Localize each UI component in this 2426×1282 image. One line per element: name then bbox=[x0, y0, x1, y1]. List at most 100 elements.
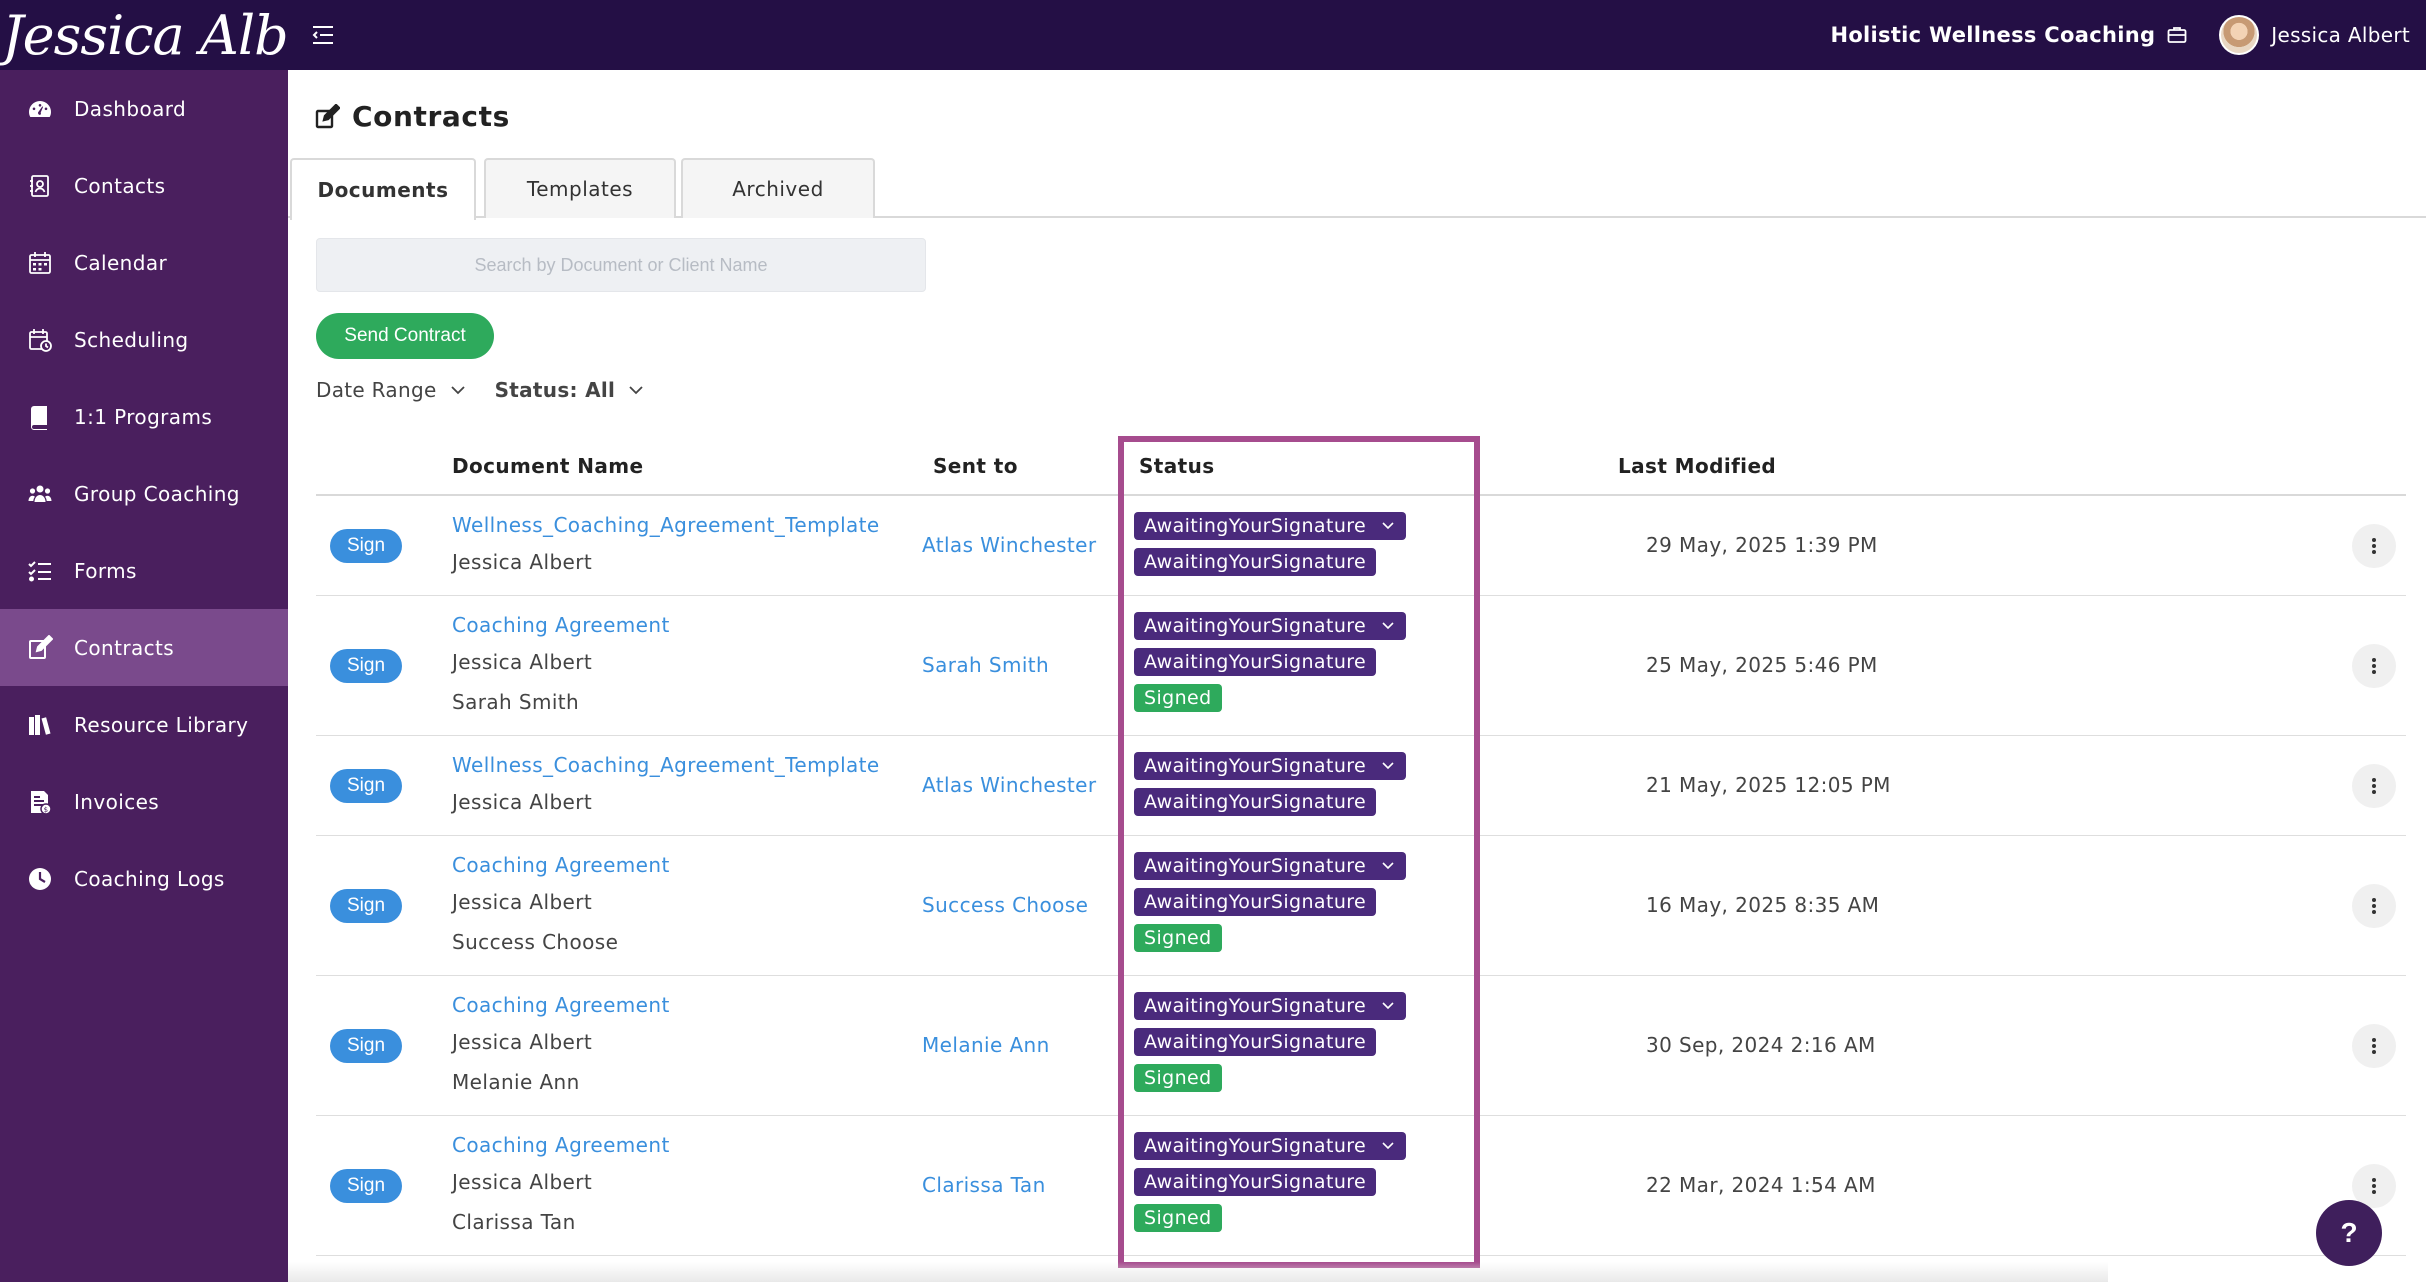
status-dropdown[interactable]: AwaitingYourSignature bbox=[1134, 1132, 1407, 1160]
table-row: Sign Wellness_Coaching_Agreement_Template… bbox=[316, 736, 2406, 836]
status-dropdown[interactable]: AwaitingYourSignature bbox=[1134, 512, 1407, 540]
status-text: AwaitingYourSignature bbox=[1144, 855, 1367, 877]
last-modified: 29 May, 2025 1:39 PM bbox=[1646, 533, 1878, 557]
sidebar-item-resource-library[interactable]: Resource Library bbox=[0, 686, 288, 763]
status-badge: AwaitingYourSignature bbox=[1134, 888, 1377, 916]
kebab-icon bbox=[2372, 1038, 2376, 1054]
status-badge: AwaitingYourSignature bbox=[1134, 648, 1377, 676]
sidebar-item-dashboard[interactable]: Dashboard bbox=[0, 70, 288, 147]
column-header-modified[interactable]: Last Modified bbox=[1618, 454, 1776, 478]
status-line: AwaitingYourSignature bbox=[1134, 512, 1407, 548]
sent-to-link[interactable]: Atlas Winchester bbox=[922, 773, 1097, 797]
sidebar-item-contracts[interactable]: Contracts bbox=[0, 609, 288, 686]
scheduling-icon bbox=[26, 326, 54, 354]
sign-button[interactable]: Sign bbox=[330, 649, 402, 683]
menu-toggle-icon[interactable] bbox=[308, 20, 338, 50]
send-contract-button[interactable]: Send Contract bbox=[316, 313, 494, 359]
last-modified: 25 May, 2025 5:46 PM bbox=[1646, 653, 1878, 677]
sign-button[interactable]: Sign bbox=[330, 529, 402, 563]
sign-button[interactable]: Sign bbox=[330, 889, 402, 923]
sidebar-item-label: Coaching Logs bbox=[74, 866, 225, 891]
sent-to-link[interactable]: Clarissa Tan bbox=[922, 1173, 1046, 1197]
chevron-down-icon bbox=[1382, 1142, 1394, 1150]
document-link[interactable]: Coaching Agreement bbox=[452, 1130, 670, 1166]
sent-to-link[interactable]: Atlas Winchester bbox=[922, 533, 1097, 557]
row-actions-button[interactable] bbox=[2352, 1024, 2396, 1068]
sent-to-link[interactable]: Melanie Ann bbox=[922, 1033, 1050, 1057]
user-name[interactable]: Jessica Albert bbox=[2271, 23, 2410, 47]
briefcase-icon[interactable] bbox=[2167, 24, 2189, 46]
document-link[interactable]: Coaching Agreement bbox=[452, 610, 670, 646]
chevron-down-icon bbox=[1382, 1002, 1394, 1010]
group-icon bbox=[26, 480, 54, 508]
document-cell: Coaching Agreement Jessica Albert Sarah Sm… bbox=[452, 610, 670, 726]
calendar-icon bbox=[26, 249, 54, 277]
tab-archived[interactable]: Archived bbox=[681, 158, 875, 218]
sidebar-item-label: Scheduling bbox=[74, 327, 189, 352]
status-line: AwaitingYourSignature bbox=[1134, 1132, 1407, 1168]
document-cell: Coaching Agreement Jessica Albert Success … bbox=[452, 850, 670, 966]
document-link[interactable]: Coaching Agreement bbox=[452, 990, 670, 1026]
status-line: AwaitingYourSignature bbox=[1134, 548, 1406, 584]
status-text: AwaitingYourSignature bbox=[1144, 1135, 1367, 1157]
tab-documents[interactable]: Documents bbox=[290, 158, 476, 220]
last-modified: 22 Mar, 2024 1:54 AM bbox=[1646, 1173, 1876, 1197]
status-dropdown[interactable]: AwaitingYourSignature bbox=[1134, 992, 1407, 1020]
search-input[interactable] bbox=[316, 238, 926, 292]
status-text: Signed bbox=[1144, 687, 1212, 709]
document-link[interactable]: Coaching Agreement bbox=[452, 850, 670, 886]
sent-to-link[interactable]: Sarah Smith bbox=[922, 653, 1049, 677]
sidebar-item-coaching-logs[interactable]: Coaching Logs bbox=[0, 840, 288, 917]
signer-name: Success Choose bbox=[452, 930, 619, 954]
contacts-icon bbox=[26, 172, 54, 200]
business-name[interactable]: Holistic Wellness Coaching bbox=[1830, 23, 2155, 47]
sidebar-item-label: Forms bbox=[74, 558, 137, 583]
sidebar-item-forms[interactable]: Forms bbox=[0, 532, 288, 609]
tab-templates[interactable]: Templates bbox=[484, 158, 676, 218]
status-text: Signed bbox=[1144, 1067, 1212, 1089]
status-badge: AwaitingYourSignature bbox=[1134, 788, 1377, 816]
status-line: AwaitingYourSignature bbox=[1134, 788, 1406, 824]
book-icon bbox=[26, 403, 54, 431]
status-dropdown[interactable]: AwaitingYourSignature bbox=[1134, 852, 1407, 880]
row-actions-button[interactable] bbox=[2352, 524, 2396, 568]
sidebar-item-invoices[interactable]: $ Invoices bbox=[0, 763, 288, 840]
table-row: Sign Coaching Agreement Jessica Albert Succ… bbox=[316, 836, 2406, 976]
status-line: Signed bbox=[1134, 684, 1406, 720]
status-dropdown[interactable]: AwaitingYourSignature bbox=[1134, 752, 1407, 780]
document-link[interactable]: Wellness_Coaching_Agreement_Template bbox=[452, 750, 880, 786]
sign-button[interactable]: Sign bbox=[330, 1169, 402, 1203]
column-header-status[interactable]: Status bbox=[1139, 454, 1215, 478]
row-actions-button[interactable] bbox=[2352, 644, 2396, 688]
signed-badge: Signed bbox=[1134, 924, 1222, 952]
sidebar-item-group-coaching[interactable]: Group Coaching bbox=[0, 455, 288, 532]
scroll-fade bbox=[288, 1262, 2108, 1282]
status-line: AwaitingYourSignature bbox=[1134, 1168, 1406, 1204]
sign-button[interactable]: Sign bbox=[330, 1029, 402, 1063]
status-text: Signed bbox=[1144, 1207, 1212, 1229]
sidebar-item-scheduling[interactable]: Scheduling bbox=[0, 301, 288, 378]
status-dropdown[interactable]: AwaitingYourSignature bbox=[1134, 612, 1407, 640]
user-avatar[interactable] bbox=[2219, 15, 2260, 55]
sent-to-link[interactable]: Success Choose bbox=[922, 893, 1088, 917]
column-header-document[interactable]: Document Name bbox=[452, 454, 643, 478]
column-header-sent-to[interactable]: Sent to bbox=[933, 454, 1018, 478]
row-actions-button[interactable] bbox=[2352, 764, 2396, 808]
sidebar-item-programs[interactable]: 1:1 Programs bbox=[0, 378, 288, 455]
document-link[interactable]: Wellness_Coaching_Agreement_Template bbox=[452, 510, 880, 546]
signer-name: Jessica Albert bbox=[452, 790, 593, 814]
row-actions-button[interactable] bbox=[2352, 884, 2396, 928]
signer-name: Jessica Albert bbox=[452, 890, 593, 914]
help-button[interactable]: ? bbox=[2316, 1200, 2382, 1266]
sidebar-item-calendar[interactable]: Calendar bbox=[0, 224, 288, 301]
sidebar-item-label: Dashboard bbox=[74, 96, 187, 121]
library-icon bbox=[26, 711, 54, 739]
sidebar-item-contacts[interactable]: Contacts bbox=[0, 147, 288, 224]
last-modified: 16 May, 2025 8:35 AM bbox=[1646, 893, 1880, 917]
brand-logo[interactable]: Jessica Albert bbox=[0, 0, 288, 70]
sign-button[interactable]: Sign bbox=[330, 769, 402, 803]
sidebar-item-label: Resource Library bbox=[74, 712, 249, 737]
chevron-down-icon bbox=[1382, 622, 1394, 630]
last-modified: 21 May, 2025 12:05 PM bbox=[1646, 773, 1891, 797]
status-text: AwaitingYourSignature bbox=[1144, 891, 1367, 913]
